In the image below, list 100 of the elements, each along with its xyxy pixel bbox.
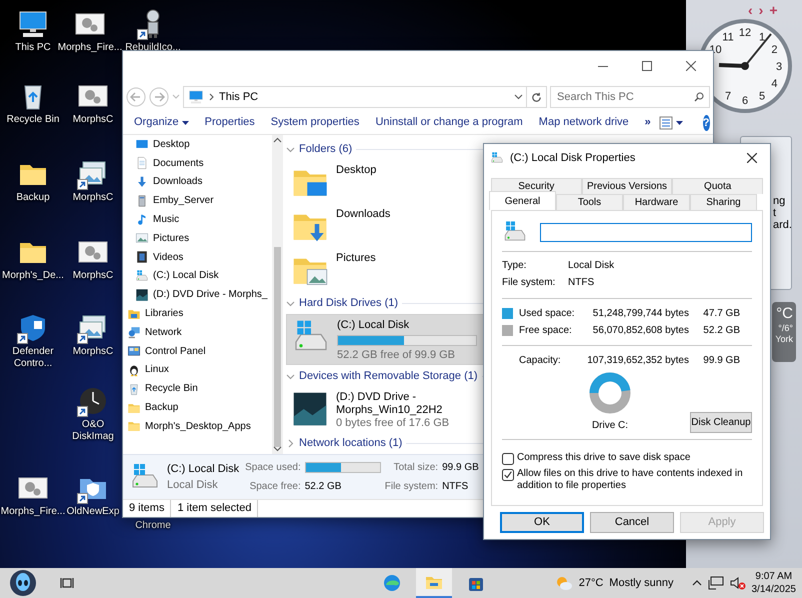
nav-item[interactable]: Music	[123, 210, 180, 229]
desktop-icon-label[interactable]: RebuildIco...	[125, 42, 181, 54]
taskbar-app-button[interactable]	[416, 568, 452, 598]
toolbar-button[interactable]: Map network drive	[530, 112, 637, 134]
clock-numeral: 2	[771, 44, 778, 56]
byte-count: 56,070,852,608 bytes	[592, 324, 689, 338]
view-options-icon[interactable]	[658, 116, 685, 130]
tab[interactable]: Tools	[556, 194, 623, 210]
nav-item[interactable]: Desktop	[123, 135, 190, 154]
nav-item[interactable]: Control Panel	[123, 342, 206, 361]
desktop-icon-label[interactable]: Backup	[16, 192, 50, 204]
drive-tile[interactable]: (D:) DVD Drive - Morphs_Win10_22H2 0 bytes free of 17.6 GB	[286, 387, 486, 432]
disk-cleanup-button[interactable]: Disk Cleanup	[690, 412, 752, 433]
desktop-icon-label[interactable]: This PC	[15, 42, 51, 54]
folder-tile[interactable]: Pictures	[286, 248, 486, 292]
nav-item[interactable]: Network	[123, 322, 182, 342]
size-value: 52.2 GB	[703, 324, 740, 338]
folder-tile[interactable]: Downloads	[286, 204, 486, 248]
gadget-control[interactable]: ‹	[748, 0, 753, 21]
checkbox[interactable]	[502, 453, 514, 465]
group-header[interactable]: Folders (6)	[299, 140, 352, 158]
checkbox-label[interactable]: Compress this drive to save disk space	[517, 452, 690, 465]
desktop-icon-label[interactable]: O&O DiskImag	[66, 419, 120, 443]
gadget-control[interactable]: ›	[758, 0, 764, 21]
scroll-up-icon[interactable]	[272, 135, 283, 145]
search-field[interactable]: Search This PC	[550, 86, 710, 108]
desktop-icon-label[interactable]: MorphsC	[72, 192, 114, 204]
nav-item[interactable]: Linux	[123, 360, 169, 380]
tab[interactable]: Hardware	[623, 194, 690, 210]
desktop-icon-label[interactable]: MorphsC	[72, 346, 114, 358]
drive-name-field[interactable]	[540, 222, 752, 242]
caret-icon[interactable]	[514, 94, 523, 100]
tab[interactable]: Quota	[672, 178, 764, 194]
refresh-button[interactable]	[526, 86, 547, 108]
address-bar[interactable]: This PC	[183, 86, 528, 108]
clock-numeral: 12	[738, 27, 752, 39]
desktop-icon-label[interactable]: MorphsC	[72, 270, 114, 282]
volume-muted-icon[interactable]	[730, 576, 746, 590]
chevron-down-icon[interactable]	[286, 298, 295, 308]
nav-item[interactable]: Pictures	[123, 228, 190, 248]
nav-item[interactable]: Recycle Bin	[123, 379, 198, 398]
desktop-icon-label[interactable]: Morphs_Fire...	[0, 506, 66, 518]
nav-item[interactable]: Downloads	[123, 172, 202, 192]
picture-icon	[135, 231, 149, 246]
dialog-title: (C:) Local Disk Properties	[510, 150, 636, 166]
group-header[interactable]: Network locations (1)	[299, 434, 402, 452]
nav-item[interactable]: Morph's_Desktop_Apps	[123, 416, 251, 436]
chevron-right-icon[interactable]	[286, 438, 295, 448]
property-label: Free space:	[519, 324, 573, 338]
nav-item[interactable]: Videos	[123, 248, 184, 267]
dialog-button[interactable]: Cancel	[590, 512, 674, 533]
tab[interactable]: Sharing	[690, 194, 757, 210]
chevron-up-icon[interactable]	[692, 580, 702, 586]
drive-icon	[135, 268, 149, 283]
clock-numeral: 5	[758, 90, 766, 102]
city-name: York	[774, 334, 793, 345]
group-header[interactable]: Hard Disk Drives (1)	[299, 294, 398, 312]
desktop-icon-label[interactable]: Chrome	[135, 520, 171, 532]
desktop-icon-label[interactable]: Morphs_Fire...	[58, 42, 122, 54]
scroll-down-icon[interactable]	[272, 444, 283, 454]
drive-tile[interactable]: (C:) Local Disk 52.2 GB free of 99.9 GB	[286, 314, 486, 365]
temperature-text: °C	[775, 305, 793, 323]
toolbar-button[interactable]: Organize	[126, 112, 197, 134]
nav-item[interactable]: (C:) Local Disk	[123, 266, 219, 286]
property-label: Used space:	[519, 307, 576, 321]
taskbar-clock[interactable]: 9:07 AM 3/14/2025	[746, 570, 802, 596]
chevron-down-icon[interactable]	[286, 372, 295, 380]
desktop-icon-label[interactable]: MorphsC	[72, 114, 114, 126]
drive-type: Local Disk	[167, 478, 219, 493]
toolbar-button[interactable]: System properties	[262, 112, 368, 134]
nav-item[interactable]: Backup	[123, 398, 178, 417]
dialog-button[interactable]: OK	[500, 512, 584, 533]
weather-widget[interactable]: 27°C Mostly sunny	[548, 568, 680, 598]
network-icon[interactable]	[708, 576, 724, 590]
nav-item[interactable]: (D:) DVD Drive - Morphs_	[123, 285, 268, 304]
note-text: t	[773, 207, 778, 219]
desktop-icon-label[interactable]: Morph's_De...	[2, 270, 64, 282]
checkbox[interactable]	[502, 469, 514, 481]
tab[interactable]: General	[489, 191, 556, 210]
folder-tile[interactable]: Desktop	[286, 160, 486, 204]
nav-item[interactable]: Libraries	[123, 304, 184, 323]
nav-item[interactable]: Emby_Server	[123, 191, 214, 210]
clock-icon	[77, 385, 109, 417]
tab[interactable]: Previous Versions	[582, 178, 672, 194]
toolbar-button[interactable]: Properties	[196, 112, 263, 134]
gadget-control[interactable]: +	[769, 0, 778, 21]
desktop-icon-label[interactable]: Defender Contro...	[0, 346, 66, 370]
desktop-icon-label[interactable]: OldNewExp	[66, 506, 120, 518]
drive-name: (C:) Local Disk	[167, 462, 240, 476]
group-header[interactable]: Devices with Removable Storage (1)	[299, 368, 478, 384]
property-label: Capacity:	[519, 354, 562, 368]
scrollbar-thumb[interactable]	[274, 247, 281, 447]
toolbar-button[interactable]: Uninstall or change a program	[367, 112, 531, 134]
more-button[interactable]: »	[636, 112, 659, 134]
desktop-icon-label[interactable]: Recycle Bin	[6, 114, 60, 126]
chevron-down-icon[interactable]	[286, 144, 295, 154]
help-button[interactable]: ?	[702, 114, 710, 130]
field-value: 99.9 GB	[442, 461, 479, 475]
checkbox-label[interactable]: Allow files on this drive to have contents indexed in addition to file properties	[517, 468, 752, 492]
nav-item[interactable]: Documents	[123, 154, 204, 173]
